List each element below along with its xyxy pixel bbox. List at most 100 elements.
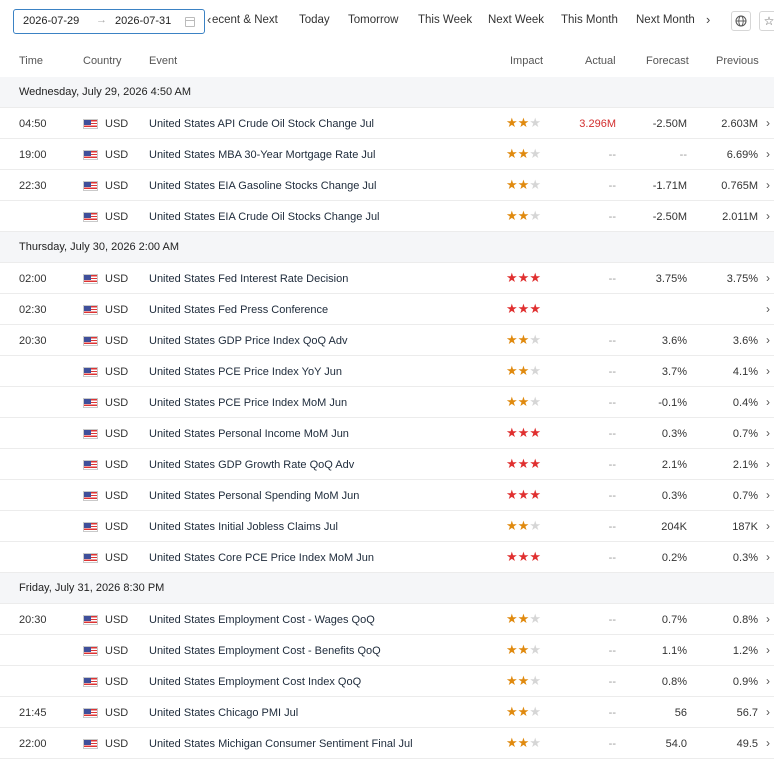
star-icon: ★: [517, 673, 530, 688]
chevron-right-icon[interactable]: ›: [766, 395, 770, 409]
forecast-value: 0.2%: [661, 552, 687, 564]
event-name[interactable]: United States Core PCE Price Index MoM J…: [149, 552, 374, 564]
star-icon: ★: [529, 363, 541, 378]
calendar-icon[interactable]: [185, 17, 195, 27]
date-to[interactable]: 2026-07-31: [115, 15, 171, 27]
table-row[interactable]: 22:00 USD United States Michigan Consumer …: [0, 728, 774, 759]
chevron-right-icon[interactable]: ›: [766, 209, 770, 223]
forecast-value: 3.75%: [655, 273, 687, 285]
chevron-right-icon[interactable]: ›: [766, 147, 770, 161]
star-icon: ★: [506, 704, 518, 719]
star-icon: ★: [517, 425, 530, 440]
event-name[interactable]: United States PCE Price Index MoM Jun: [149, 397, 347, 409]
chevron-right-icon[interactable]: ›: [766, 116, 770, 130]
event-name[interactable]: United States GDP Price Index QoQ Adv: [149, 335, 348, 347]
star-icon: ★: [506, 301, 518, 316]
event-name[interactable]: United States EIA Gasoline Stocks Change…: [149, 180, 376, 192]
currency-code: USD: [105, 428, 129, 440]
table-row[interactable]: USD United States EIA Crude Oil Stocks Ch…: [0, 201, 774, 232]
chevron-right-icon[interactable]: ›: [766, 736, 770, 750]
impact-rating: ★★★: [506, 643, 541, 657]
currency-code: USD: [105, 645, 129, 657]
us-flag-icon: [83, 119, 98, 129]
col-forecast: Forecast: [646, 55, 689, 67]
table-row[interactable]: USD United States GDP Growth Rate QoQ Adv…: [0, 449, 774, 480]
chevron-right-icon[interactable]: ›: [766, 519, 770, 533]
event-name[interactable]: United States Chicago PMI Jul: [149, 707, 298, 719]
event-name[interactable]: United States Initial Jobless Claims Jul: [149, 521, 338, 533]
chevron-right-icon[interactable]: ›: [766, 705, 770, 719]
tab-this-week[interactable]: This Week: [418, 14, 472, 26]
star-icon: ★: [517, 456, 530, 471]
table-row[interactable]: 21:45 USD United States Chicago PMI Jul ★★★…: [0, 697, 774, 728]
event-name[interactable]: United States GDP Growth Rate QoQ Adv: [149, 459, 354, 471]
chevron-right-icon[interactable]: ›: [766, 674, 770, 688]
event-name[interactable]: United States PCE Price Index YoY Jun: [149, 366, 342, 378]
globe-icon[interactable]: [731, 11, 751, 31]
tab-next-week[interactable]: Next Week: [488, 14, 544, 26]
table-row[interactable]: 04:50 USD United States API Crude Oil Stoc…: [0, 108, 774, 139]
currency-code: USD: [105, 335, 129, 347]
chevron-right-icon[interactable]: ›: [766, 550, 770, 564]
col-time: Time: [19, 55, 44, 67]
table-row[interactable]: 19:00 USD United States MBA 30-Year Mortga…: [0, 139, 774, 170]
chevron-right-icon[interactable]: ›: [766, 271, 770, 285]
us-flag-icon: [83, 181, 98, 191]
table-row[interactable]: USD United States PCE Price Index MoM Jun…: [0, 387, 774, 418]
table-row[interactable]: USD United States Personal Income MoM Jun…: [0, 418, 774, 449]
tab-tomorrow[interactable]: Tomorrow: [348, 14, 398, 26]
chevron-right-icon[interactable]: ›: [766, 333, 770, 347]
us-flag-icon: [83, 553, 98, 563]
chevron-right-icon[interactable]: ›: [766, 178, 770, 192]
table-row[interactable]: USD United States Personal Spending MoM J…: [0, 480, 774, 511]
event-name[interactable]: United States API Crude Oil Stock Change…: [149, 118, 374, 130]
previous-value: 0.9%: [732, 676, 758, 688]
actual-value: --: [608, 552, 616, 564]
us-flag-icon: [83, 491, 98, 501]
chevron-right-icon[interactable]: ›: [766, 457, 770, 471]
event-name[interactable]: United States Employment Cost - Benefits…: [149, 645, 381, 657]
table-row[interactable]: USD United States Employment Cost - Benef…: [0, 635, 774, 666]
chevron-right-icon[interactable]: ›: [706, 13, 710, 27]
previous-value: 4.1%: [732, 366, 758, 378]
table-row[interactable]: USD United States PCE Price Index YoY Jun…: [0, 356, 774, 387]
tab-next-month[interactable]: Next Month: [636, 14, 695, 26]
date-range-arrow-icon: →: [96, 14, 107, 26]
table-row[interactable]: 02:00 USD United States Fed Interest Rate …: [0, 263, 774, 294]
table-row[interactable]: 02:30 USD United States Fed Press Conferen…: [0, 294, 774, 325]
date-section-header: Friday, July 31, 2026 8:30 PM: [0, 573, 774, 604]
chevron-right-icon[interactable]: ›: [766, 302, 770, 316]
chevron-right-icon[interactable]: ›: [766, 488, 770, 502]
table-row[interactable]: USD United States Core PCE Price Index Mo…: [0, 542, 774, 573]
chevron-right-icon[interactable]: ›: [766, 612, 770, 626]
tab-today[interactable]: Today: [299, 14, 330, 26]
chevron-right-icon[interactable]: ›: [766, 643, 770, 657]
chevron-left-icon[interactable]: ‹: [207, 13, 211, 27]
table-row[interactable]: 22:30 USD United States EIA Gasoline Stock…: [0, 170, 774, 201]
table-row[interactable]: USD United States Employment Cost Index Q…: [0, 666, 774, 697]
event-name[interactable]: United States Fed Interest Rate Decision: [149, 273, 348, 285]
tab-this-month[interactable]: This Month: [561, 14, 618, 26]
event-name[interactable]: United States Fed Press Conference: [149, 304, 328, 316]
actual-value: --: [608, 676, 616, 688]
event-name[interactable]: United States Michigan Consumer Sentimen…: [149, 738, 413, 750]
tab-recent-next[interactable]: ecent & Next: [212, 14, 278, 26]
event-name[interactable]: United States Personal Spending MoM Jun: [149, 490, 359, 502]
table-row[interactable]: 20:30 USD United States GDP Price Index Qo…: [0, 325, 774, 356]
actual-value: --: [608, 211, 616, 223]
star-icon: ★: [517, 270, 530, 285]
star-icon[interactable]: ☆: [759, 11, 774, 31]
event-name[interactable]: United States MBA 30-Year Mortgage Rate …: [149, 149, 375, 161]
chevron-right-icon[interactable]: ›: [766, 364, 770, 378]
table-row[interactable]: USD United States Initial Jobless Claims …: [0, 511, 774, 542]
event-name[interactable]: United States Personal Income MoM Jun: [149, 428, 349, 440]
event-name[interactable]: United States EIA Crude Oil Stocks Chang…: [149, 211, 380, 223]
date-from[interactable]: 2026-07-29: [23, 15, 79, 27]
us-flag-icon: [83, 708, 98, 718]
forecast-value: 204K: [661, 521, 687, 533]
date-range-picker[interactable]: 2026-07-29 → 2026-07-31: [13, 9, 205, 34]
event-name[interactable]: United States Employment Cost - Wages Qo…: [149, 614, 375, 626]
table-row[interactable]: 20:30 USD United States Employment Cost - …: [0, 604, 774, 635]
chevron-right-icon[interactable]: ›: [766, 426, 770, 440]
event-name[interactable]: United States Employment Cost Index QoQ: [149, 676, 361, 688]
